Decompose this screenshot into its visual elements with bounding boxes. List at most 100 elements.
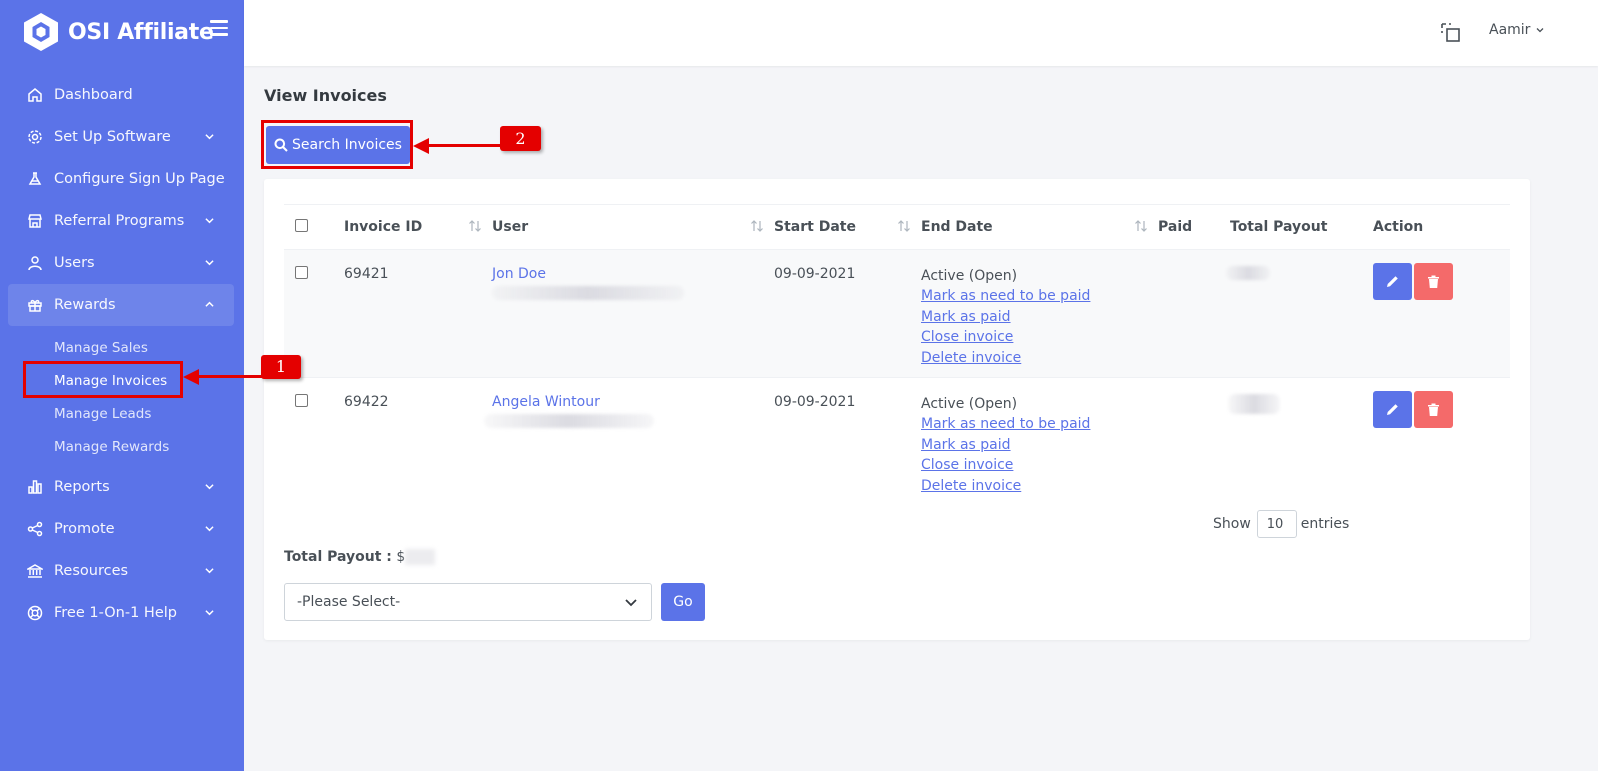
sidebar-subitem-manage-leads[interactable]: Manage Leads xyxy=(54,398,234,431)
sidebar: OSI Affiliate Dashboard Set Up Software … xyxy=(0,0,244,771)
fullscreen-icon[interactable] xyxy=(1440,22,1462,44)
go-button[interactable]: Go xyxy=(661,583,705,621)
sidebar-item-dashboard[interactable]: Dashboard xyxy=(8,74,234,116)
sort-icon xyxy=(469,220,481,232)
menu-toggle-icon[interactable] xyxy=(210,20,228,36)
sidebar-nav: Dashboard Set Up Software Configure Sign… xyxy=(8,74,234,634)
table-row: 69422 Angela Wintour 09-09-2021 Active (… xyxy=(284,377,1510,506)
sidebar-item-label: Dashboard xyxy=(54,87,133,103)
chevron-down-icon xyxy=(1536,28,1544,33)
redacted-payout xyxy=(1226,266,1270,280)
user-link[interactable]: Angela Wintour xyxy=(492,394,600,410)
redacted-email xyxy=(492,286,684,300)
bar-chart-icon xyxy=(26,479,43,496)
mark-paid-link[interactable]: Mark as paid xyxy=(921,435,1158,456)
row-checkbox[interactable] xyxy=(295,394,308,407)
sidebar-item-referral-programs[interactable]: Referral Programs xyxy=(8,200,234,242)
column-header-end-date[interactable]: End Date xyxy=(921,205,1158,250)
select-all-checkbox[interactable] xyxy=(295,218,308,232)
bank-icon xyxy=(26,563,43,580)
sidebar-item-users[interactable]: Users xyxy=(8,242,234,284)
sidebar-item-configure-sign-up-page[interactable]: Configure Sign Up Page xyxy=(8,158,234,200)
column-header-total-payout: Total Payout xyxy=(1230,219,1328,235)
store-icon xyxy=(26,213,43,230)
column-header-user[interactable]: User xyxy=(492,205,774,250)
total-payout-label: Total Payout : xyxy=(284,549,392,565)
pencil-icon xyxy=(1387,276,1398,287)
sidebar-item-label: Free 1-On-1 Help xyxy=(54,605,177,621)
user-name: Aamir xyxy=(1489,22,1531,38)
sidebar-item-set-up-software[interactable]: Set Up Software xyxy=(8,116,234,158)
sidebar-subitem-manage-rewards[interactable]: Manage Rewards xyxy=(54,431,234,464)
edit-button[interactable] xyxy=(1373,263,1412,300)
column-header-paid: Paid xyxy=(1158,219,1193,235)
invoices-card: Invoice ID User Start Date End Date Paid… xyxy=(264,179,1530,640)
sort-icon xyxy=(1135,220,1147,232)
delete-invoice-link[interactable]: Delete invoice xyxy=(921,348,1158,369)
sidebar-subitem-manage-sales[interactable]: Manage Sales xyxy=(54,332,234,365)
row-checkbox[interactable] xyxy=(295,266,308,279)
sidebar-item-label: Referral Programs xyxy=(54,213,185,229)
arrow-2-line xyxy=(427,144,503,147)
mark-need-paid-link[interactable]: Mark as need to be paid xyxy=(921,286,1158,307)
show-entries: Show 10 entries xyxy=(1213,510,1349,538)
entries-select[interactable]: 10 xyxy=(1256,510,1297,538)
search-invoices-button[interactable]: Search Invoices xyxy=(266,126,410,164)
arrow-1-line xyxy=(197,375,263,378)
sort-icon xyxy=(751,220,763,232)
user-link[interactable]: Jon Doe xyxy=(492,266,546,282)
column-header-action: Action xyxy=(1373,219,1424,235)
mark-need-paid-link[interactable]: Mark as need to be paid xyxy=(921,414,1158,435)
column-header-invoice-id[interactable]: Invoice ID xyxy=(344,205,492,250)
sidebar-item-label: Users xyxy=(54,255,95,271)
sidebar-item-reports[interactable]: Reports xyxy=(8,466,234,508)
sidebar-item-rewards[interactable]: Rewards xyxy=(8,284,234,326)
home-icon xyxy=(26,87,43,104)
search-icon xyxy=(274,138,288,152)
brand[interactable]: OSI Affiliate xyxy=(22,12,214,52)
column-header-start-date[interactable]: Start Date xyxy=(774,205,921,250)
brand-name: OSI Affiliate xyxy=(68,19,214,45)
user-menu[interactable]: Aamir xyxy=(1489,22,1544,38)
redacted-payout xyxy=(1228,394,1280,414)
close-invoice-link[interactable]: Close invoice xyxy=(921,327,1158,348)
paid-cell xyxy=(1158,250,1230,378)
user-icon xyxy=(26,255,43,272)
sidebar-item-free-help[interactable]: Free 1-On-1 Help xyxy=(8,592,234,634)
chevron-down-icon xyxy=(625,599,637,607)
sidebar-item-resources[interactable]: Resources xyxy=(8,550,234,592)
gift-icon xyxy=(26,297,43,314)
delete-button[interactable] xyxy=(1414,391,1453,428)
paid-cell xyxy=(1158,378,1230,506)
mark-paid-link[interactable]: Mark as paid xyxy=(921,307,1158,328)
invoice-id: 69422 xyxy=(344,394,389,410)
lifebuoy-icon xyxy=(26,605,43,622)
close-invoice-link[interactable]: Close invoice xyxy=(921,455,1158,476)
sidebar-item-promote[interactable]: Promote xyxy=(8,508,234,550)
edit-button[interactable] xyxy=(1373,391,1412,428)
delete-invoice-link[interactable]: Delete invoice xyxy=(921,476,1158,497)
chevron-down-icon xyxy=(205,484,214,490)
gear-icon xyxy=(26,129,43,146)
bulk-action-value: -Please Select- xyxy=(297,594,401,610)
sidebar-item-label: Promote xyxy=(54,521,115,537)
chevron-down-icon xyxy=(205,568,214,574)
rewards-submenu: Manage Sales Manage Invoices Manage Lead… xyxy=(8,326,234,464)
callout-2: 2 xyxy=(500,126,541,151)
sort-icon xyxy=(898,220,910,232)
invoice-status: Active (Open) xyxy=(921,396,1018,412)
bulk-action-select[interactable]: -Please Select- xyxy=(284,583,652,621)
sidebar-item-label: Configure Sign Up Page xyxy=(54,171,225,187)
redacted-total xyxy=(405,549,436,565)
total-payout: Total Payout : $ xyxy=(284,549,436,565)
delete-button[interactable] xyxy=(1414,263,1453,300)
callout-1: 1 xyxy=(261,355,301,379)
chevron-down-icon xyxy=(205,218,214,224)
sidebar-item-label: Set Up Software xyxy=(54,129,171,145)
redacted-email xyxy=(484,414,654,428)
share-icon xyxy=(26,521,43,538)
flask-icon xyxy=(26,171,43,188)
invoice-status: Active (Open) xyxy=(921,268,1018,284)
show-label: Show xyxy=(1213,516,1251,532)
sidebar-subitem-manage-invoices[interactable]: Manage Invoices xyxy=(54,365,234,398)
